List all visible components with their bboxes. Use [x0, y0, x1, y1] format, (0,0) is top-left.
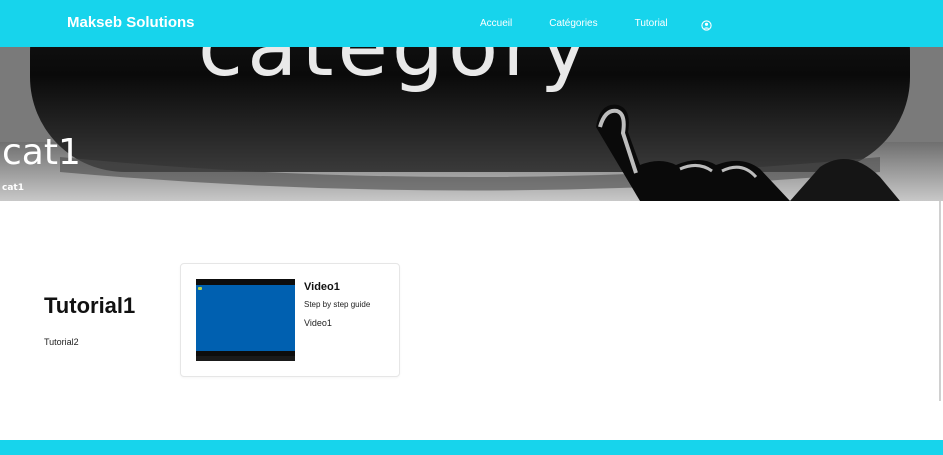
- hero-banner: category cat1 cat1: [0, 47, 943, 201]
- nav-links: Accueil Catégories Tutorial: [480, 18, 705, 29]
- video-thumbnail[interactable]: [196, 279, 295, 361]
- video-title: Video1: [304, 281, 340, 293]
- video-thumbnail-logo: [198, 287, 202, 290]
- tutorial-item-2[interactable]: Tutorial2: [44, 337, 135, 347]
- breadcrumb: cat1: [2, 183, 24, 193]
- nav-link-tutorial[interactable]: Tutorial: [635, 18, 668, 29]
- top-navbar: Makseb Solutions Accueil Catégories Tuto…: [0, 0, 943, 47]
- hero-background-word: category: [198, 47, 593, 95]
- tutorial-item-1[interactable]: Tutorial1: [44, 293, 135, 319]
- video-card[interactable]: Video1 Step by step guide Video1: [180, 263, 400, 377]
- brand-link[interactable]: Makseb Solutions: [67, 14, 195, 31]
- video-thumbnail-taskbar: [196, 356, 295, 361]
- footer-bar: [0, 440, 943, 455]
- tutorial-list: Tutorial1 Tutorial2: [44, 293, 135, 347]
- page-title: cat1: [2, 132, 81, 173]
- video-name: Video1: [304, 318, 332, 328]
- video-description: Step by step guide: [304, 300, 371, 309]
- video-thumbnail-screen: [196, 285, 295, 351]
- nav-link-categories[interactable]: Catégories: [549, 18, 597, 29]
- scrollbar-track[interactable]: [939, 201, 941, 401]
- nav-link-accueil[interactable]: Accueil: [480, 18, 512, 29]
- user-circle-icon[interactable]: [701, 18, 712, 31]
